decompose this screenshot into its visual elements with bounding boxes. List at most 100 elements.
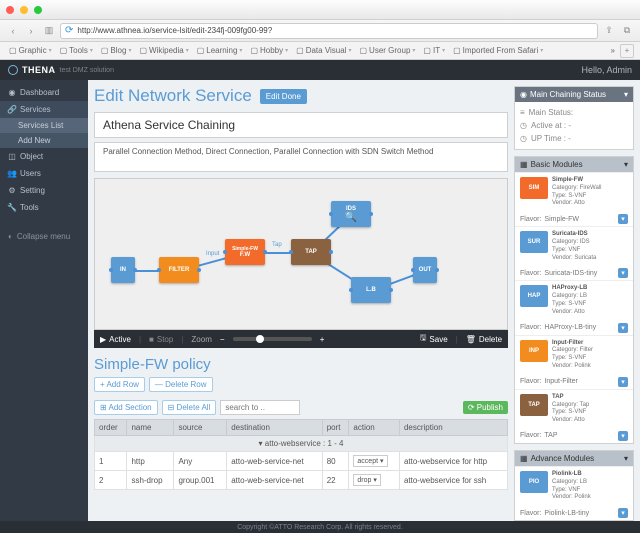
forward-button[interactable]: › [24, 24, 38, 38]
module-thumb: PIO [520, 471, 548, 493]
port-in[interactable] [157, 268, 161, 272]
bookmark-folder[interactable]: ▢User Group▾ [356, 46, 418, 55]
module-item[interactable]: TAPTAPCategory: TapType: S-VNFVendor: At… [515, 389, 633, 429]
advance-modules-header[interactable]: ▦ Advance Modules ▾ [515, 451, 633, 466]
port-in[interactable] [109, 268, 113, 272]
port-out[interactable] [389, 288, 393, 292]
status-panel-header[interactable]: ◉ Main Chaining Status ▾ [515, 87, 633, 102]
sidebar-item-setting[interactable]: ⚙Setting [0, 182, 88, 199]
port-in[interactable] [329, 212, 333, 216]
tabs-button[interactable]: ⧉ [620, 24, 634, 38]
flavor-dropdown[interactable]: ▾ [618, 323, 628, 333]
maximize-window-icon[interactable] [34, 6, 42, 14]
col-order[interactable]: order [95, 420, 127, 436]
col-destination[interactable]: destination [227, 420, 322, 436]
close-window-icon[interactable] [6, 6, 14, 14]
action-select[interactable]: drop ▾ [353, 474, 381, 486]
add-section-button[interactable]: ⊞ Add Section [94, 400, 158, 415]
node-lb[interactable]: L.B [351, 277, 391, 303]
col-action[interactable]: action [349, 420, 400, 436]
bookmark-folder[interactable]: ▢Imported From Safari▾ [450, 46, 546, 55]
node-out[interactable]: OUT [413, 257, 437, 283]
port-out[interactable] [329, 250, 333, 254]
module-item[interactable]: SURSuricata-IDSCategory: IDSType: VNFVen… [515, 226, 633, 266]
bookmark-folder[interactable]: ▢IT▾ [420, 46, 448, 55]
bookmark-folder[interactable]: ▢Hobby▾ [247, 46, 291, 55]
minimize-window-icon[interactable] [20, 6, 28, 14]
port-out[interactable] [197, 268, 201, 272]
action-select[interactable]: accept ▾ [353, 455, 387, 467]
table-group-row[interactable]: ▾ atto-webservice : 1 - 4 [95, 436, 508, 452]
zoom-in-button[interactable]: + [320, 335, 325, 344]
port-out[interactable] [369, 212, 373, 216]
port-in[interactable] [411, 268, 415, 272]
port-out[interactable] [263, 250, 267, 254]
module-item[interactable]: SIMSimple-FWCategory: FireWallType: S-VN… [515, 172, 633, 212]
service-name-input[interactable]: Athena Service Chaining [94, 112, 508, 138]
flavor-dropdown[interactable]: ▾ [618, 214, 628, 224]
port-in[interactable] [349, 288, 353, 292]
port-out[interactable] [133, 268, 137, 272]
sidebar-sub-add-new[interactable]: Add New [0, 133, 88, 148]
bookmark-folder[interactable]: ▢Wikipedia▾ [136, 46, 191, 55]
new-tab-button[interactable]: + [620, 44, 634, 58]
sidebar-sub-services-list[interactable]: Services List [0, 118, 88, 133]
sidebar-item-dashboard[interactable]: ◉Dashboard [0, 84, 88, 101]
collapse-menu-button[interactable]: ◐ Collapse menu [0, 224, 88, 249]
zoom-slider[interactable] [233, 337, 312, 341]
sidebar-item-services[interactable]: 🔗Services [0, 101, 88, 118]
canvas-delete-button[interactable]: 🗑Delete [466, 335, 502, 344]
node-filter[interactable]: FILTER [159, 257, 199, 283]
col-name[interactable]: name [127, 420, 174, 436]
node-ids[interactable]: IDS🔍 [331, 201, 371, 227]
table-row[interactable]: 2ssh-dropgroup.001atto-web-service-net22… [95, 471, 508, 490]
port-in[interactable] [289, 250, 293, 254]
col-source[interactable]: source [174, 420, 227, 436]
add-row-button[interactable]: + Add Row [94, 377, 145, 392]
table-row[interactable]: 1httpAnyatto-web-service-net80accept ▾at… [95, 452, 508, 471]
sidebar-item-object[interactable]: ◫Object [0, 148, 88, 165]
module-item[interactable]: PIOPiolink-LBCategory: LBType: VNFVendor… [515, 466, 633, 506]
delete-all-button[interactable]: ⊟ Delete All [162, 400, 217, 415]
flavor-dropdown[interactable]: ▾ [618, 431, 628, 441]
bookmark-chevrons[interactable]: » [608, 46, 618, 55]
sidebar-toggle-icon[interactable]: ▥ [42, 24, 56, 38]
bookmark-folder[interactable]: ▢Learning▾ [194, 46, 246, 55]
node-tap[interactable]: TAP [291, 239, 331, 265]
policy-search-input[interactable] [220, 400, 300, 415]
canvas-save-button[interactable]: 🖫Save [420, 332, 448, 346]
footer-text: Copyright ©ATTO Research Corp. All right… [0, 521, 640, 533]
delete-row-button[interactable]: — Delete Row [149, 377, 213, 392]
basic-modules-header[interactable]: ▦ Basic Modules ▾ [515, 157, 633, 172]
share-button[interactable]: ⇪ [602, 24, 616, 38]
canvas-active-button[interactable]: ▶Active [100, 335, 131, 344]
bookmark-folder[interactable]: ▢Blog▾ [98, 46, 135, 55]
module-item[interactable]: HAPHAProxy-LBCategory: LBType: S-VNFVend… [515, 280, 633, 320]
bookmark-folder[interactable]: ▢Data Visual▾ [293, 46, 354, 55]
port-in[interactable] [223, 250, 227, 254]
advance-modules-panel: ▦ Advance Modules ▾ PIOPiolink-LBCategor… [514, 450, 634, 521]
flavor-dropdown[interactable]: ▾ [618, 268, 628, 278]
bookmark-folder[interactable]: ▢Graphic▾ [6, 46, 55, 55]
edit-done-button[interactable]: Edit Done [260, 89, 307, 104]
sidebar-item-tools[interactable]: 🔧Tools [0, 199, 88, 216]
reload-icon[interactable]: ⟳ [65, 25, 73, 36]
sidebar-item-users[interactable]: 👥Users [0, 165, 88, 182]
module-item[interactable]: INPInput-FilterCategory: FilterType: S-V… [515, 335, 633, 375]
col-port[interactable]: port [322, 420, 349, 436]
back-button[interactable]: ‹ [6, 24, 20, 38]
zoom-out-button[interactable]: − [220, 335, 225, 344]
chaining-canvas[interactable]: InputTapINFILTERSimple-FWF.WTAPIDS🔍L.BOU… [94, 178, 508, 330]
node-fw[interactable]: Simple-FWF.W [225, 239, 265, 265]
flavor-dropdown[interactable]: ▾ [618, 508, 628, 518]
url-bar[interactable]: ⟳ http://www.athnea.io/service-lsit/edit… [60, 23, 598, 39]
bookmark-label: User Group [369, 46, 410, 55]
publish-button[interactable]: ⟳ Publish [463, 401, 508, 414]
port-out[interactable] [435, 268, 439, 272]
node-in[interactable]: IN [111, 257, 135, 283]
canvas-stop-button[interactable]: ■Stop [149, 335, 173, 344]
bookmark-folder[interactable]: ▢Tools▾ [57, 46, 96, 55]
flavor-dropdown[interactable]: ▾ [618, 377, 628, 387]
connection-methods-text[interactable]: Parallel Connection Method, Direct Conne… [94, 142, 508, 172]
col-description[interactable]: description [399, 420, 507, 436]
